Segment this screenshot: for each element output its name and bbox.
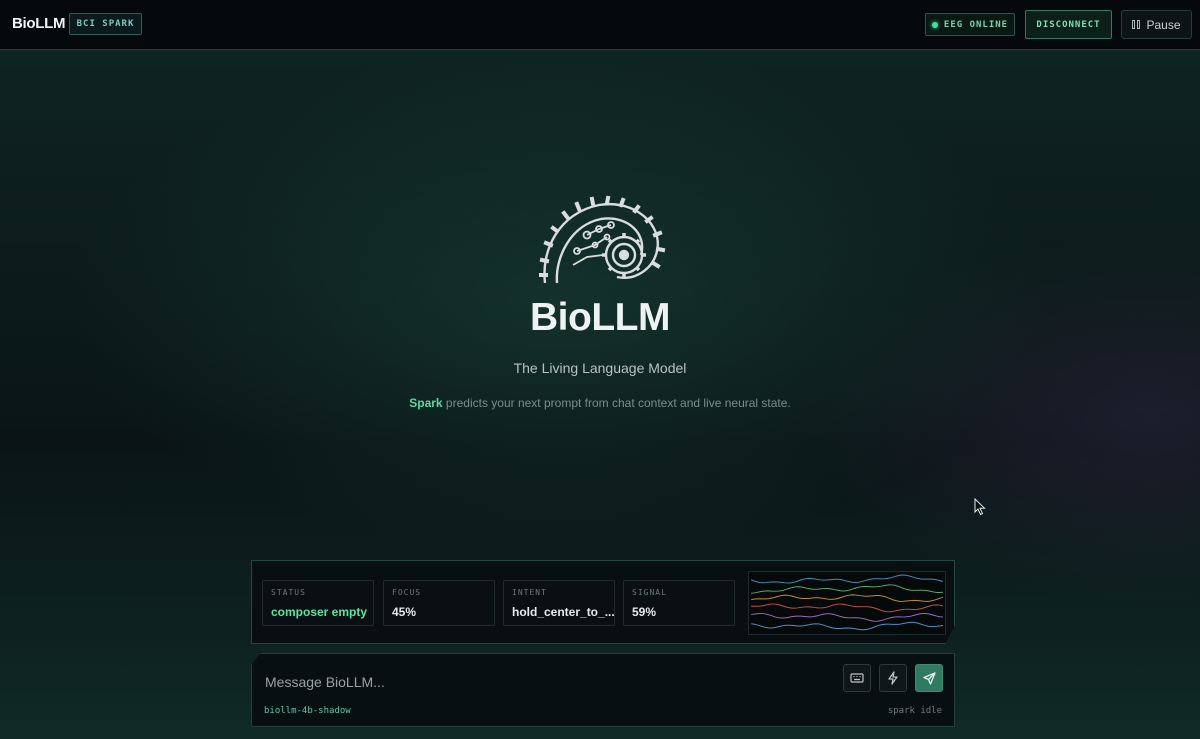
spark-button[interactable] — [879, 664, 907, 692]
keyboard-icon — [850, 673, 864, 683]
status-dot-icon — [931, 21, 938, 28]
spark-highlight: Spark — [409, 396, 443, 410]
telemetry-panel: STATUS composer empty FOCUS 45% INTENT h… — [251, 560, 955, 644]
status-tile: STATUS composer empty — [262, 580, 374, 626]
focus-value: 45% — [392, 605, 417, 619]
eeg-waveform-graph — [748, 571, 946, 635]
tile-label: INTENT — [512, 588, 547, 597]
pause-label: Pause — [1146, 17, 1181, 32]
top-bar: BioLLM BCI SPARK EEG ONLINE DISCONNECT P… — [0, 0, 1200, 50]
eeg-trace — [750, 574, 944, 584]
model-name[interactable]: biollm-4b-shadow — [264, 706, 351, 716]
message-input[interactable] — [265, 670, 825, 694]
focus-tile: FOCUS 45% — [383, 580, 495, 626]
hero-description: Spark predicts your next prompt from cha… — [0, 396, 1200, 410]
tile-label: FOCUS — [392, 588, 422, 597]
mode-badge: BCI SPARK — [69, 13, 142, 35]
eeg-status-label: EEG ONLINE — [943, 19, 1009, 30]
signal-value: 59% — [632, 605, 657, 619]
pause-button[interactable]: Pause — [1121, 10, 1192, 39]
eeg-trace — [751, 612, 943, 622]
send-button[interactable] — [915, 664, 943, 692]
tile-label: SIGNAL — [632, 588, 667, 597]
eeg-trace — [751, 621, 943, 631]
status-value: composer empty — [271, 605, 368, 619]
tile-label: STATUS — [271, 588, 306, 597]
lightning-icon — [888, 671, 898, 685]
pause-icon — [1132, 20, 1141, 29]
app-brand[interactable]: BioLLM — [12, 15, 65, 32]
eeg-trace — [751, 603, 944, 613]
signal-tile: SIGNAL 59% — [623, 580, 735, 626]
send-icon — [922, 671, 936, 685]
message-composer: biollm-4b-shadow spark idle — [251, 653, 955, 727]
eeg-trace — [750, 594, 944, 602]
hero-description-text: predicts your next prompt from chat cont… — [442, 396, 791, 410]
keyboard-button[interactable] — [843, 664, 871, 692]
eeg-status-badge: EEG ONLINE — [925, 13, 1015, 36]
hero-title: BioLLM — [530, 296, 670, 339]
gear-spiral-logo-icon — [539, 195, 666, 284]
intent-tile: INTENT hold_center_to_... — [503, 580, 615, 626]
hero-subtitle: The Living Language Model — [513, 360, 687, 376]
disconnect-button[interactable]: DISCONNECT — [1025, 10, 1112, 39]
spark-status: spark idle — [887, 706, 942, 716]
mouse-cursor-icon — [974, 498, 986, 516]
eeg-trace — [751, 584, 943, 594]
intent-value: hold_center_to_... — [512, 605, 614, 619]
